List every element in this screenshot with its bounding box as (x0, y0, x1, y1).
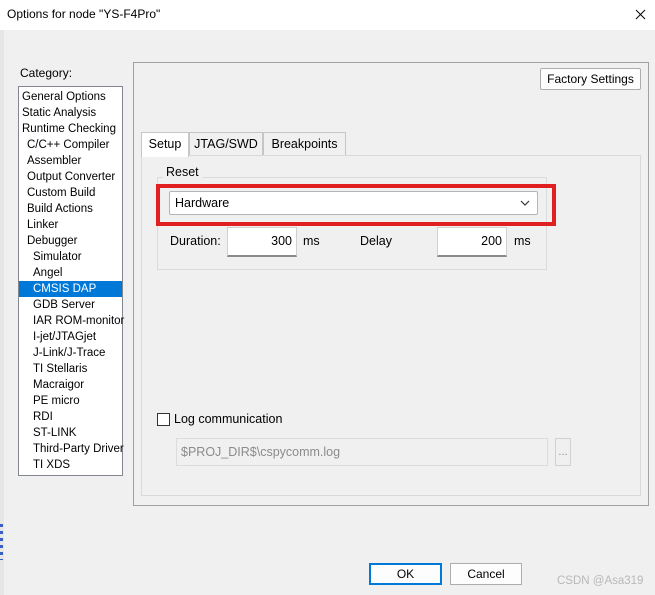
category-item[interactable]: Angel (19, 265, 122, 281)
category-list[interactable]: General Options Static Analysis Runtime Ch… (18, 86, 124, 476)
tab-breakpoints[interactable]: Breakpoints (263, 132, 346, 156)
category-item[interactable]: Simulator (19, 249, 122, 265)
category-item[interactable]: Debugger (19, 233, 122, 249)
category-item[interactable]: Macraigor (19, 377, 122, 393)
category-item[interactable]: Third-Party Driver (19, 441, 124, 457)
duration-unit: ms (303, 234, 320, 248)
category-item[interactable]: ST-LINK (19, 425, 122, 441)
category-label: Category: (20, 66, 73, 80)
ok-button[interactable]: OK (369, 563, 442, 585)
close-icon (635, 9, 645, 19)
delay-label: Delay (360, 234, 392, 248)
category-item[interactable]: J-Link/J-Trace (19, 345, 122, 361)
duration-input[interactable]: 300 (227, 227, 297, 257)
log-path-input[interactable]: $PROJ_DIR$\cspycomm.log (176, 438, 548, 466)
highlight-annotation (156, 184, 556, 226)
window-edge (0, 30, 4, 595)
window-title: Options for node "YS-F4Pro" (7, 7, 161, 21)
category-item[interactable]: TI XDS (19, 457, 122, 473)
category-item[interactable]: PE micro (19, 393, 122, 409)
close-button[interactable] (625, 0, 655, 28)
background-window-edge (0, 524, 3, 560)
category-item[interactable]: Build Actions (19, 201, 122, 217)
delay-unit: ms (514, 234, 531, 248)
reset-group-label: Reset (163, 165, 202, 179)
category-item[interactable]: I-jet/JTAGjet (19, 329, 122, 345)
category-item[interactable]: General Options (19, 89, 122, 105)
category-item[interactable]: Linker (19, 217, 122, 233)
category-item[interactable]: Runtime Checking (19, 121, 122, 137)
category-item[interactable]: Static Analysis (19, 105, 122, 121)
category-item[interactable]: Assembler (19, 153, 122, 169)
log-communication-label[interactable]: Log communication (174, 412, 282, 426)
category-item[interactable]: GDB Server (19, 297, 122, 313)
category-item[interactable]: C/C++ Compiler (19, 137, 122, 153)
log-communication-checkbox[interactable] (157, 413, 170, 426)
category-item[interactable]: TI Stellaris (19, 361, 122, 377)
duration-label: Duration: (170, 234, 221, 248)
category-item[interactable]: CMSIS DAP (19, 281, 122, 297)
cancel-button[interactable]: Cancel (450, 563, 522, 585)
category-item[interactable]: Output Converter (19, 169, 122, 185)
tab-setup[interactable]: Setup (141, 132, 189, 157)
tab-jtag-swd[interactable]: JTAG/SWD (189, 132, 263, 156)
category-item[interactable]: IAR ROM-monitor (19, 313, 124, 329)
category-item[interactable]: RDI (19, 409, 122, 425)
category-item[interactable]: Custom Build (19, 185, 122, 201)
browse-button[interactable]: ... (555, 438, 571, 466)
delay-input[interactable]: 200 (437, 227, 507, 257)
factory-settings-button[interactable]: Factory Settings (540, 68, 641, 90)
watermark: CSDN @Asa319 (557, 575, 644, 587)
title-bar: Options for node "YS-F4Pro" (0, 0, 655, 30)
